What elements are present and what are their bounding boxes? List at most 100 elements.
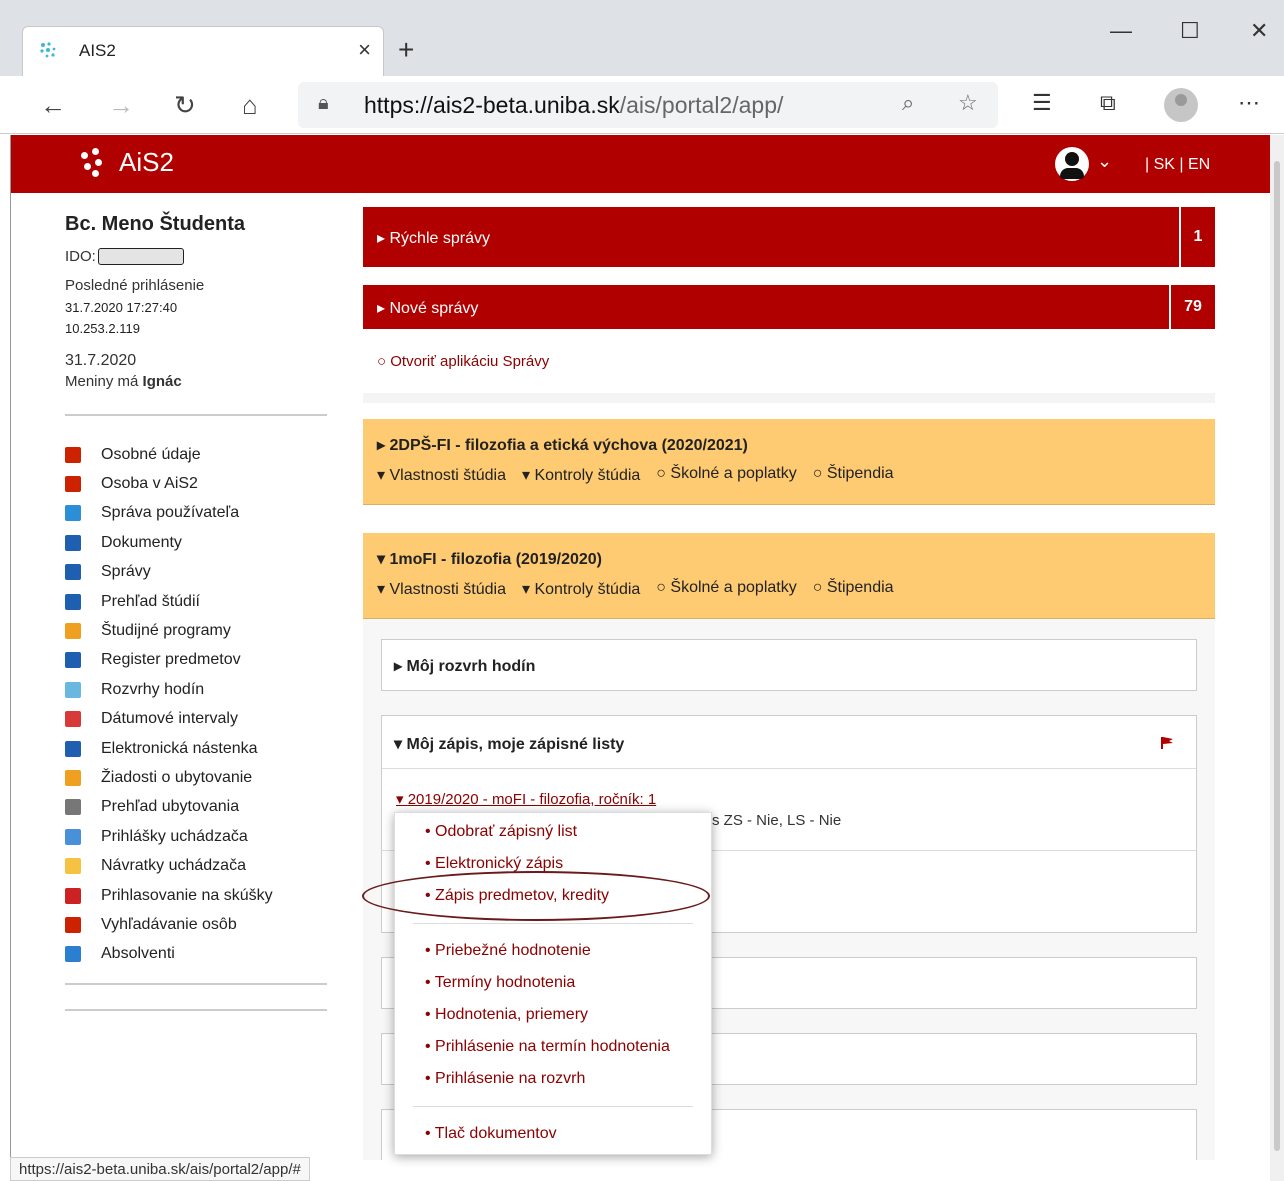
- sidebar-menu: Osobné údaje Osoba v AiS2 Správa používate…: [65, 440, 327, 969]
- sidebar-item-7[interactable]: Študijné programy: [65, 616, 327, 645]
- scholarships-link[interactable]: ○ Štipendia: [813, 465, 894, 485]
- e-board-icon: [65, 740, 81, 757]
- menu-item-register-schedule[interactable]: • Prihlásenie na rozvrh: [425, 1070, 585, 1088]
- sidebar-item-3[interactable]: Správa používateľa: [65, 499, 327, 528]
- accommodation-icon: [65, 769, 81, 786]
- enrollment-context-menu: • Odobrať zápisný list • Elektronický zá…: [394, 812, 712, 1155]
- open-messages-link[interactable]: ○ Otvoriť aplikáciu Správy: [377, 353, 549, 370]
- panel-divider: [382, 768, 1196, 769]
- chevron-down-icon[interactable]: ⌄: [1097, 151, 1112, 172]
- scholarships-link[interactable]: ○ Štipendia: [813, 579, 894, 599]
- ido-redacted-box: [97, 248, 184, 265]
- study-checks-link[interactable]: ▾ Kontroly štúdia: [522, 465, 640, 485]
- scrollbar-thumb[interactable]: [1274, 161, 1280, 1151]
- menu-item-register-assessment[interactable]: • Prihlásenie na termín hodnotenia: [425, 1038, 670, 1056]
- menu-item-assessment-dates[interactable]: • Termíny hodnotenia: [425, 974, 575, 992]
- menu-item-remove-enrollment[interactable]: • Odobrať zápisný list: [425, 823, 577, 841]
- fees-link[interactable]: ○ Školné a poplatky: [656, 465, 796, 485]
- study-properties-link[interactable]: ▾ Vlastnosti štúdia: [377, 579, 506, 599]
- language-switch[interactable]: | SK | EN: [1145, 156, 1210, 174]
- sidebar-item-label: Prihlášky uchádzača: [101, 827, 248, 845]
- new-messages-label: ▸ Nové správy: [377, 300, 479, 317]
- sidebar-divider: [65, 1009, 327, 1012]
- logo-text: AiS2: [119, 147, 174, 177]
- sidebar-item-11[interactable]: Elektronická nástenka: [65, 734, 327, 763]
- sidebar-item-13[interactable]: Prehľad ubytovania: [65, 793, 327, 822]
- sidebar-item-label: Absolventi: [101, 945, 175, 963]
- sidebar-item-label: Elektronická nástenka: [101, 739, 258, 757]
- sidebar-item-10[interactable]: Dátumové intervaly: [65, 705, 327, 734]
- forward-icon[interactable]: →: [108, 90, 134, 121]
- sidebar-divider: [65, 414, 327, 416]
- name-day: Meniny má Ignác: [65, 373, 182, 390]
- sidebar-item-2[interactable]: Osoba v AiS2: [65, 469, 327, 498]
- enrollment-year-link[interactable]: ▾ 2019/2020 - moFI - filozofia, ročník: …: [396, 790, 656, 808]
- sidebar-item-4[interactable]: Dokumenty: [65, 528, 327, 557]
- home-icon[interactable]: ⌂: [242, 90, 258, 121]
- quick-messages-label: ▸ Rýchle správy: [377, 230, 490, 247]
- sidebar-item-16[interactable]: Prihlasovanie na skúšky: [65, 881, 327, 910]
- page-scrollbar[interactable]: [1270, 135, 1284, 1181]
- ido-label: IDO:: [65, 248, 96, 265]
- reload-icon[interactable]: ↻: [174, 90, 196, 121]
- browser-profile-avatar[interactable]: [1164, 88, 1198, 122]
- sidebar-item-5[interactable]: Správy: [65, 558, 327, 587]
- study-title[interactable]: ▾ 1moFI - filozofia (2019/2020): [377, 549, 602, 569]
- lock-icon[interactable]: 🔒︎: [318, 92, 329, 115]
- sidebar-item-label: Študijné programy: [101, 622, 231, 640]
- student-name: Bc. Meno Študenta: [65, 213, 246, 235]
- sidebar-item-17[interactable]: Vyhľadávanie osôb: [65, 910, 327, 939]
- sidebar-item-12[interactable]: Žiadosti o ubytovanie: [65, 763, 327, 792]
- browser-tab[interactable]: AIS2 ×: [22, 26, 384, 76]
- user-account-icon[interactable]: [1055, 147, 1089, 181]
- study-checks-link[interactable]: ▾ Kontroly štúdia: [522, 579, 640, 599]
- address-bar[interactable]: 🔒︎ https://ais2-beta.uniba.sk/ais/portal…: [298, 82, 998, 128]
- zoom-icon[interactable]: ⌕: [902, 90, 914, 116]
- sidebar-item-label: Register predmetov: [101, 651, 241, 669]
- studies-icon: [65, 593, 81, 610]
- more-menu-icon[interactable]: ⋯: [1238, 90, 1260, 116]
- favorites-list-icon[interactable]: ☰: [1032, 90, 1052, 116]
- quick-messages-count: 1: [1179, 207, 1215, 267]
- back-icon[interactable]: ←: [40, 90, 66, 121]
- sidebar-item-label: Žiadosti o ubytovanie: [101, 768, 253, 786]
- sidebar-item-14[interactable]: Prihlášky uchádzača: [65, 822, 327, 851]
- study-title[interactable]: ▸ 2DPŠ-FI - filozofia a etická výchova (…: [377, 435, 748, 455]
- sidebar-item-1[interactable]: Osobné údaje: [65, 440, 327, 469]
- flag-icon[interactable]: [1160, 736, 1174, 750]
- menu-item-grades[interactable]: • Hodnotenia, priemery: [425, 1006, 588, 1024]
- sidebar-item-label: Správy: [101, 563, 151, 581]
- menu-item-print-documents[interactable]: • Tlač dokumentov: [425, 1125, 557, 1143]
- schedule-panel[interactable]: ▸ Môj rozvrh hodín: [381, 639, 1197, 691]
- menu-item-continuous-assessment[interactable]: • Priebežné hodnotenie: [425, 942, 591, 960]
- url-text[interactable]: https://ais2-beta.uniba.sk/ais/portal2/a…: [364, 92, 783, 119]
- new-messages-bar[interactable]: ▸ Nové správy 79: [363, 285, 1215, 329]
- close-window-icon[interactable]: ✕: [1250, 18, 1268, 44]
- browser-toolbar: ← → ↻ ⌂ 🔒︎ https://ais2-beta.uniba.sk/ai…: [0, 76, 1284, 134]
- sidebar: Bc. Meno Študenta IDO: Posledné prihláse…: [65, 213, 327, 1012]
- sidebar-item-9[interactable]: Rozvrhy hodín: [65, 675, 327, 704]
- ais2-logo[interactable]: AiS2: [81, 147, 174, 178]
- browser-tab-bar: AIS2 × + — ☐ ✕: [0, 0, 1284, 76]
- sidebar-item-8[interactable]: Register predmetov: [65, 646, 327, 675]
- sidebar-divider: [65, 983, 327, 986]
- fees-link[interactable]: ○ Školné a poplatky: [656, 579, 796, 599]
- panel-title[interactable]: ▾ Môj zápis, moje zápisné listy: [394, 734, 624, 754]
- maximize-icon[interactable]: ☐: [1180, 18, 1200, 44]
- sidebar-item-label: Dátumové intervaly: [101, 710, 238, 728]
- tab-close-icon[interactable]: ×: [358, 37, 371, 63]
- new-tab-icon[interactable]: +: [398, 34, 414, 66]
- minimize-icon[interactable]: —: [1110, 18, 1132, 44]
- sidebar-item-label: Dokumenty: [101, 533, 182, 551]
- briefcase-icon: [65, 652, 81, 669]
- sidebar-item-18[interactable]: Absolventi: [65, 940, 327, 969]
- new-messages-count: 79: [1169, 285, 1215, 329]
- favorite-star-icon[interactable]: ☆: [958, 90, 978, 116]
- quick-messages-bar[interactable]: ▸ Rýchle správy 1: [363, 207, 1215, 267]
- app-header: AiS2 ⌄ | SK | EN: [11, 135, 1270, 193]
- sidebar-item-6[interactable]: Prehľad štúdií: [65, 587, 327, 616]
- section-spacer: [363, 393, 1215, 403]
- sidebar-item-15[interactable]: Návratky uchádzača: [65, 851, 327, 880]
- collections-icon[interactable]: ⧉: [1100, 90, 1116, 116]
- study-properties-link[interactable]: ▾ Vlastnosti štúdia: [377, 465, 506, 485]
